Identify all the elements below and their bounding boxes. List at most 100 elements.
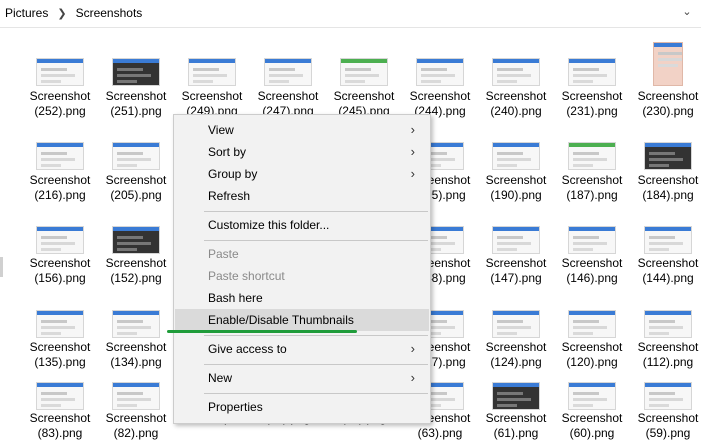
file-thumbnail <box>112 310 160 338</box>
file-thumbnail <box>568 142 616 170</box>
file-name-line2: (147).png <box>490 271 542 285</box>
file-thumbnail <box>492 310 540 338</box>
file-name: Screenshot (59).png <box>630 411 701 441</box>
file-name-line1: Screenshot <box>485 340 547 354</box>
file-name-line2: (152).png <box>110 271 162 285</box>
menu-item-enable-disable-thumbnails[interactable]: Enable/Disable Thumbnails <box>175 309 429 331</box>
file-name-line2: (59).png <box>645 426 691 440</box>
file-name-line1: Screenshot <box>181 89 243 103</box>
file-name: Screenshot (134).png <box>98 340 174 370</box>
file-name-line2: (112).png <box>642 355 694 369</box>
file-name-line1: Screenshot <box>637 411 699 425</box>
file-name-line2: (63).png <box>417 426 463 440</box>
context-menu: View › Sort by › Group by › Refresh Cust… <box>173 114 431 424</box>
menu-item-group-by[interactable]: Group by › <box>175 163 429 185</box>
file-name: Screenshot (205).png <box>98 173 174 203</box>
file-thumbnail <box>36 226 84 254</box>
file-name-line2: (124).png <box>490 355 542 369</box>
menu-separator <box>204 364 428 365</box>
file-name-line1: Screenshot <box>257 89 319 103</box>
chevron-right-icon: › <box>410 370 415 385</box>
menu-separator <box>204 335 428 336</box>
file-thumbnail <box>568 382 616 410</box>
menu-item-sort-by[interactable]: Sort by › <box>175 141 429 163</box>
file-thumbnail <box>36 310 84 338</box>
file-name: Screenshot (187).png <box>554 173 630 203</box>
file-name-line2: (216).png <box>34 188 86 202</box>
file-tile[interactable]: Screenshot (59).png <box>630 0 701 440</box>
highlight-underline <box>167 330 357 333</box>
file-tile[interactable]: and-output <box>174 0 250 425</box>
menu-item-give-access-to[interactable]: Give access to › <box>175 338 429 360</box>
file-name: Screenshot (82).png <box>98 411 174 441</box>
file-name-line2: (120).png <box>566 355 618 369</box>
chevron-right-icon: › <box>410 341 415 356</box>
menu-item-paste-shortcut: Paste shortcut <box>175 265 429 287</box>
file-name-line2: (252).png <box>34 104 86 118</box>
file-tile[interactable]: (77).png <box>250 0 326 425</box>
file-name: Screenshot (124).png <box>478 340 554 370</box>
file-name: Screenshot (252).png <box>22 89 98 119</box>
file-tile[interactable]: Screenshot (61).png <box>478 0 554 440</box>
file-name-line1: Screenshot <box>409 89 471 103</box>
file-name-line1: Screenshot <box>333 89 395 103</box>
file-tile[interactable]: Screenshot (60).png <box>554 0 630 440</box>
menu-item-properties[interactable]: Properties <box>175 396 429 418</box>
file-name: Screenshot (152).png <box>98 256 174 286</box>
menu-item-refresh[interactable]: Refresh <box>175 185 429 207</box>
menu-item-label: Bash here <box>208 291 263 305</box>
menu-item-label: Properties <box>208 400 263 414</box>
file-name: Screenshot (240).png <box>478 89 554 119</box>
file-name-line1: Screenshot <box>105 411 167 425</box>
file-thumbnail <box>112 382 160 410</box>
file-tile[interactable]: Screenshot (82).png <box>98 0 174 440</box>
menu-item-label: Group by <box>208 167 258 181</box>
file-thumbnail <box>568 226 616 254</box>
menu-item-label: Customize this folder... <box>208 218 330 232</box>
file-name-line2: (134).png <box>110 355 162 369</box>
file-name-line2: (83).png <box>37 426 83 440</box>
file-thumbnail <box>36 142 84 170</box>
file-name-line1: Screenshot <box>29 256 91 270</box>
file-name-line1: Screenshot <box>29 340 91 354</box>
menu-item-new[interactable]: New › <box>175 367 429 389</box>
file-name-line1: Screenshot <box>485 173 547 187</box>
menu-item-label: Sort by <box>208 145 247 159</box>
file-name: Screenshot (146).png <box>554 256 630 286</box>
file-thumbnail <box>112 142 160 170</box>
file-name: Screenshot (60).png <box>554 411 630 441</box>
file-thumbnail <box>644 382 692 410</box>
file-name-line1: Screenshot <box>561 173 623 187</box>
file-name: Screenshot (251).png <box>98 89 174 119</box>
file-name: Screenshot (120).png <box>554 340 630 370</box>
file-name-line1: Screenshot <box>637 340 699 354</box>
menu-item-view[interactable]: View › <box>175 119 429 141</box>
file-name-line1: Screenshot <box>561 256 623 270</box>
file-thumbnail <box>644 226 692 254</box>
menu-separator <box>204 393 428 394</box>
file-name-line1: Screenshot <box>637 173 699 187</box>
file-name-line1: Screenshot <box>485 89 547 103</box>
menu-item-label: Paste <box>208 247 239 261</box>
file-tile[interactable]: Screenshot (83).png <box>22 0 98 440</box>
file-name-line2: (240).png <box>490 104 542 118</box>
menu-item-label: Paste shortcut <box>208 269 285 283</box>
file-name-line1: Screenshot <box>105 89 167 103</box>
file-name: Screenshot (216).png <box>22 173 98 203</box>
file-name-line2: (82).png <box>113 426 159 440</box>
menu-item-bash-here[interactable]: Bash here <box>175 287 429 309</box>
menu-item-label: View <box>208 123 234 137</box>
file-name-line1: Screenshot <box>485 411 547 425</box>
file-name-line2: (135).png <box>34 355 86 369</box>
menu-item-label: New <box>208 371 233 385</box>
file-name-line1: Screenshot <box>29 89 91 103</box>
file-name-line1: Screenshot <box>485 256 547 270</box>
file-name-line1: Screenshot <box>561 411 623 425</box>
chevron-right-icon: › <box>410 122 415 137</box>
menu-item-customize-folder[interactable]: Customize this folder... <box>175 214 429 236</box>
file-name: Screenshot (112).png <box>630 340 701 370</box>
file-name-line2: (146).png <box>566 271 618 285</box>
file-tile[interactable]: Screenshot (63).png <box>402 0 478 440</box>
menu-item-paste: Paste <box>175 243 429 265</box>
file-tile[interactable]: (75).png <box>326 0 402 425</box>
